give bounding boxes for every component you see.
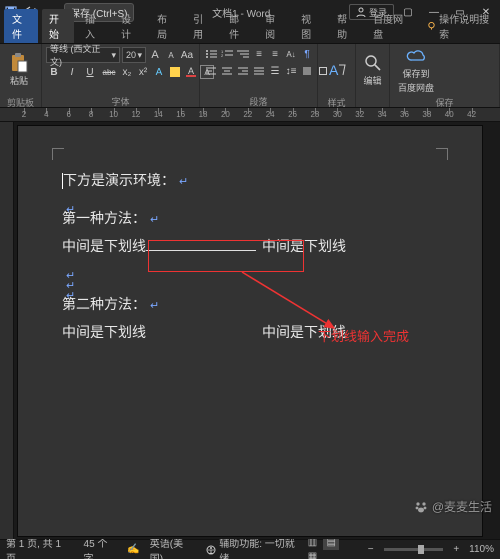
group-styles: A 样式: [318, 44, 356, 107]
subscript-button[interactable]: x₂: [120, 65, 134, 79]
zoom-thumb[interactable]: [418, 545, 424, 554]
save-to-baidu-button[interactable]: 保存到 百度网盘: [394, 46, 438, 94]
font-color-swatch: A: [186, 67, 196, 77]
tell-me-label: 操作说明搜索: [439, 11, 493, 41]
numbering-button[interactable]: 12: [220, 47, 234, 61]
align-center-button[interactable]: [220, 64, 234, 78]
tab-file[interactable]: 文件: [4, 9, 38, 43]
zoom-slider[interactable]: [384, 548, 444, 551]
styles-icon: A: [327, 60, 347, 80]
view-buttons: ▥ ▤ ▦: [304, 536, 357, 559]
baidu-label1: 保存到: [402, 67, 429, 80]
workspace: 下方是演示环境：↵ ↵ 第一种方法：↵ 中间是下划线中间是下划线 ↵ ↵ ↵ 第…: [0, 122, 500, 539]
pilcrow-icon: ↵: [150, 300, 159, 312]
multilevel-button[interactable]: [236, 47, 250, 61]
cloud-save-icon: [406, 46, 426, 66]
change-case-button[interactable]: Aa: [180, 48, 194, 62]
doc-method1-title: 第一种方法：↵: [62, 204, 438, 232]
ribbon: 粘贴 剪贴板 等线 (西文正文)▾ 20▾ A A Aa B I U abc: [0, 44, 500, 108]
group-label-clipboard: 剪贴板: [0, 96, 41, 108]
svg-text:A: A: [329, 62, 339, 78]
tab-help[interactable]: 帮助: [330, 9, 362, 43]
group-font: 等线 (西文正文)▾ 20▾ A A Aa B I U abc x₂ x² A …: [42, 44, 200, 107]
group-label-baidu: 保存: [390, 96, 499, 108]
margin-marker-tl: [52, 148, 64, 160]
tab-review[interactable]: 审阅: [258, 9, 290, 43]
sort-button[interactable]: A↓: [284, 47, 298, 61]
decrease-indent-button[interactable]: ≡: [252, 47, 266, 61]
pilcrow-icon: ↵: [179, 176, 188, 188]
paw-icon: [414, 500, 428, 514]
group-paragraph: 12 ≡ ≡ A↓ ¶ ☰ ↕≡ 段落: [200, 44, 318, 107]
justify-button[interactable]: [252, 64, 266, 78]
tab-view[interactable]: 视图: [294, 9, 326, 43]
font-color-button[interactable]: A: [184, 65, 198, 79]
svg-text:2: 2: [221, 53, 224, 58]
editing-label: 编辑: [363, 74, 381, 87]
align-right-button[interactable]: [236, 64, 250, 78]
zoom-level[interactable]: 110%: [469, 544, 494, 555]
doc-line-env: 下方是演示环境：↵: [62, 166, 438, 194]
paste-icon: [9, 53, 29, 73]
bullets-button[interactable]: [204, 47, 218, 61]
find-icon: [363, 53, 383, 73]
grow-font-button[interactable]: A: [148, 48, 162, 62]
tab-home[interactable]: 开始: [42, 9, 74, 43]
baidu-label2: 百度网盘: [398, 81, 434, 94]
chevron-down-icon: ▾: [111, 50, 116, 61]
document-page[interactable]: 下方是演示环境：↵ ↵ 第一种方法：↵ 中间是下划线中间是下划线 ↵ ↵ ↵ 第…: [18, 126, 482, 536]
show-marks-button[interactable]: ¶: [300, 47, 314, 61]
pilcrow-icon: ↵: [150, 214, 159, 226]
paste-label: 粘贴: [10, 74, 28, 87]
watermark: @麦麦生活: [414, 498, 492, 515]
group-label-styles: 样式: [318, 96, 355, 108]
font-name-combo[interactable]: 等线 (西文正文)▾: [46, 47, 120, 63]
underline-button[interactable]: U: [82, 65, 98, 79]
bold-button[interactable]: B: [46, 65, 62, 79]
group-baidu: 保存到 百度网盘 保存: [390, 44, 500, 107]
zoom-in-button[interactable]: +: [453, 544, 459, 555]
tab-mailings[interactable]: 邮件: [222, 9, 254, 43]
text-effects-button[interactable]: A: [152, 65, 166, 79]
tab-design[interactable]: 设计: [114, 9, 146, 43]
styles-button[interactable]: A: [322, 46, 351, 94]
margin-marker-tr: [436, 148, 448, 160]
strikethrough-button[interactable]: abc: [100, 65, 118, 79]
annotation-box: [148, 240, 304, 272]
group-clipboard: 粘贴 剪贴板: [0, 44, 42, 107]
superscript-button[interactable]: x²: [136, 65, 150, 79]
group-editing: 编辑: [356, 44, 390, 107]
tab-references[interactable]: 引用: [186, 9, 218, 43]
view-web-button[interactable]: ▦: [304, 550, 320, 559]
increase-indent-button[interactable]: ≡: [268, 47, 282, 61]
distribute-button[interactable]: ☰: [268, 64, 282, 78]
highlight-button[interactable]: [168, 65, 182, 79]
group-label-paragraph: 段落: [200, 95, 317, 107]
tab-insert[interactable]: 插入: [78, 9, 110, 43]
zoom-out-button[interactable]: −: [368, 544, 374, 555]
group-label-font: 字体: [42, 95, 199, 107]
annotation-label: 下划线输入完成: [318, 324, 409, 350]
editing-button[interactable]: 编辑: [360, 46, 385, 94]
tab-layout[interactable]: 布局: [150, 9, 182, 43]
italic-button[interactable]: I: [64, 65, 80, 79]
tell-me[interactable]: 操作说明搜索: [420, 9, 500, 43]
status-proof-icon[interactable]: ✍: [127, 544, 139, 555]
group-label-editing: [356, 96, 389, 107]
horizontal-ruler[interactable]: 24681012141618202224262830323436384042: [0, 108, 500, 122]
tab-baidu[interactable]: 百度网盘: [366, 9, 416, 43]
accessibility-icon: [206, 545, 216, 555]
align-left-button[interactable]: [204, 64, 218, 78]
highlight-swatch: [170, 67, 180, 77]
status-bar: 第 1 页, 共 1 页 45 个字 ✍ 英语(美国) 辅助功能: 一切就绪 ▥…: [0, 539, 500, 559]
paste-button[interactable]: 粘贴: [4, 46, 34, 94]
ribbon-tabs: 文件 开始 插入 设计 布局 引用 邮件 审阅 视图 帮助 百度网盘 操作说明搜…: [0, 24, 500, 44]
vertical-ruler[interactable]: [0, 122, 14, 539]
shading-button[interactable]: [300, 64, 314, 78]
line-spacing-button[interactable]: ↕≡: [284, 64, 298, 78]
shrink-font-button[interactable]: A: [164, 48, 178, 62]
font-size-combo[interactable]: 20▾: [122, 47, 146, 63]
lightbulb-icon: [427, 21, 436, 31]
chevron-down-icon: ▾: [137, 50, 142, 61]
